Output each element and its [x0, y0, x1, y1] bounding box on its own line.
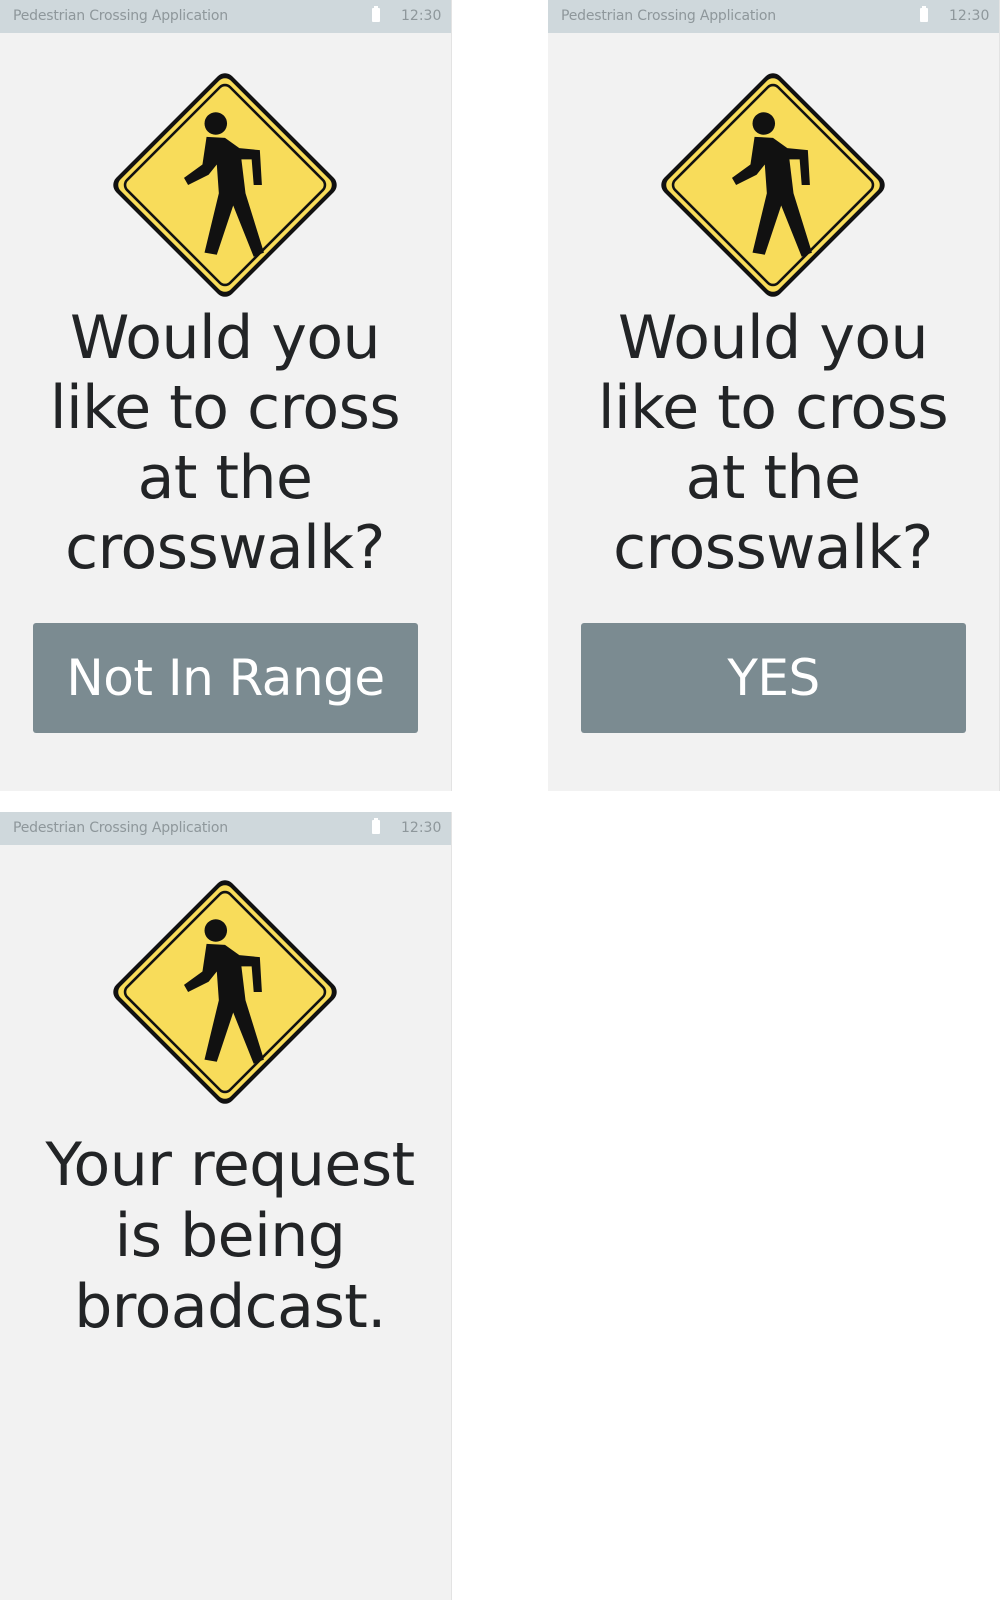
- broadcast-message: Your request is being broadcast.: [15, 1130, 445, 1343]
- app-title: Pedestrian Crossing Application: [561, 8, 776, 24]
- yes-button[interactable]: YES: [581, 623, 966, 733]
- crossing-question: Would you like to cross at the crosswalk…: [563, 303, 983, 583]
- screen-not-in-range: Pedestrian Crossing Application 12:30 Wo…: [0, 0, 452, 791]
- screen-yes: Pedestrian Crossing Application 12:30 Wo…: [548, 0, 1000, 791]
- question-line: at the: [685, 443, 861, 513]
- status-time: 12:30: [949, 8, 990, 24]
- crossing-question: Would you like to cross at the crosswalk…: [15, 303, 435, 583]
- pedestrian-crossing-sign-icon: [650, 62, 896, 308]
- status-bar: Pedestrian Crossing Application 12:30: [548, 0, 999, 33]
- question-line: at the: [137, 443, 313, 513]
- screen-broadcast: Pedestrian Crossing Application 12:30 Yo…: [0, 812, 452, 1600]
- question-line: crosswalk?: [613, 513, 933, 583]
- battery-icon: [372, 818, 380, 834]
- battery-icon: [372, 6, 380, 22]
- message-line: is being: [114, 1201, 346, 1271]
- message-line: broadcast.: [74, 1272, 386, 1342]
- question-line: Would you: [69, 303, 381, 373]
- not-in-range-button[interactable]: Not In Range: [33, 623, 418, 733]
- question-line: like to cross: [49, 373, 401, 443]
- app-title: Pedestrian Crossing Application: [13, 820, 228, 836]
- status-time: 12:30: [401, 820, 442, 836]
- message-line: Your request: [45, 1130, 415, 1200]
- status-bar: Pedestrian Crossing Application 12:30: [0, 812, 451, 845]
- pedestrian-crossing-sign-icon: [102, 869, 348, 1115]
- status-bar: Pedestrian Crossing Application 12:30: [0, 0, 451, 33]
- question-line: like to cross: [597, 373, 949, 443]
- question-line: Would you: [617, 303, 929, 373]
- app-title: Pedestrian Crossing Application: [13, 8, 228, 24]
- pedestrian-crossing-sign-icon: [102, 62, 348, 308]
- battery-icon: [920, 6, 928, 22]
- question-line: crosswalk?: [65, 513, 385, 583]
- status-time: 12:30: [401, 8, 442, 24]
